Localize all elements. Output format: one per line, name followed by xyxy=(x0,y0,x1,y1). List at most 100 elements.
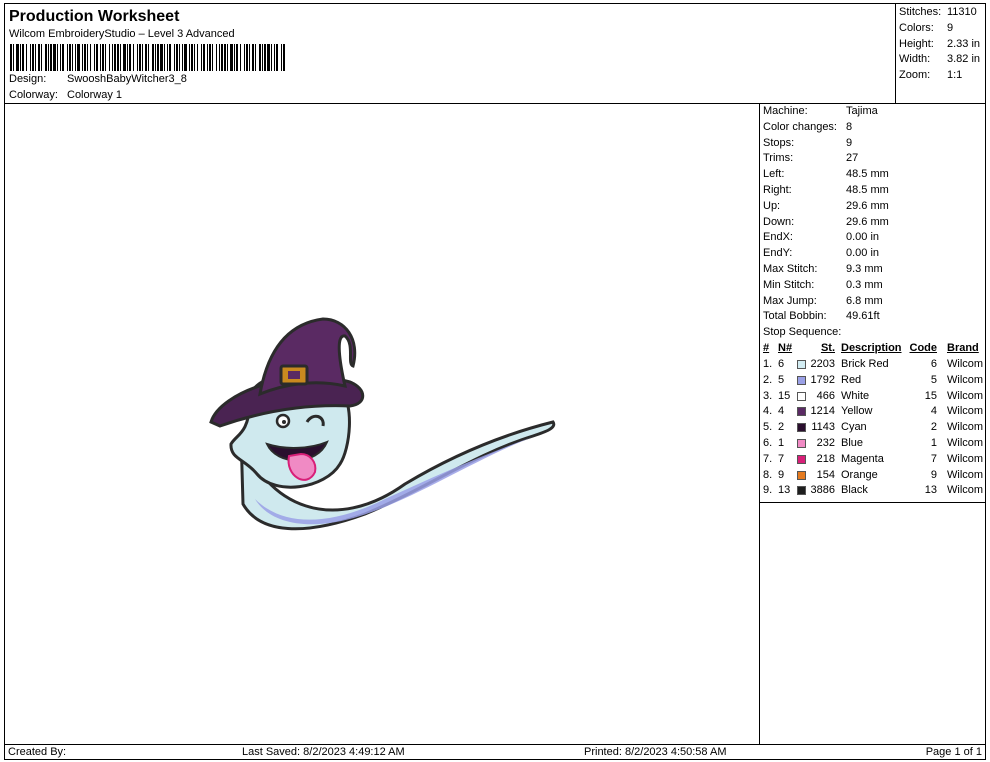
seq-idx: 6. xyxy=(763,437,773,449)
col-code: Code xyxy=(909,342,938,354)
worksheet-title: Production Worksheet xyxy=(9,8,180,25)
machine-info-value: 27 xyxy=(846,152,859,165)
seq-code: 1 xyxy=(930,437,937,449)
machine-info-label: Machine: xyxy=(763,105,808,117)
machine-info-row: Max Stitch: 9.3 mm xyxy=(763,263,883,275)
stitches-row: Stitches: 11310 xyxy=(899,6,977,18)
seq-brand: Wilcom xyxy=(947,358,984,370)
machine-info-label: Total Bobbin: xyxy=(763,310,827,323)
worksheet-footer: Created By: Last Saved: 8/2/2023 4:49:12… xyxy=(4,744,986,760)
design-row: Design: SwooshBabyWitcher3_8 xyxy=(9,73,187,85)
colorway-row: Colorway: Colorway 1 xyxy=(9,89,122,101)
machine-info-value: Tajima xyxy=(846,105,878,117)
stitches-value: 11310 xyxy=(947,6,977,18)
stop-sequence-label: Stop Sequence: xyxy=(763,326,842,338)
machine-info-row: Right: 48.5 mm xyxy=(763,184,889,196)
sequence-divider xyxy=(760,502,985,503)
ghost-pupil-left xyxy=(282,420,286,424)
machine-info-label: Stops: xyxy=(763,136,795,149)
machine-info-label: Max Stitch: xyxy=(763,263,818,275)
seq-needle: 15 xyxy=(778,389,791,402)
col-st: St. xyxy=(820,342,835,354)
machine-info-row: Total Bobbin: 49.61ft xyxy=(763,310,880,322)
seq-code: 7 xyxy=(930,452,937,465)
machine-info-label: Up: xyxy=(763,199,781,212)
design-preview xyxy=(4,103,760,745)
thread-color-swatch xyxy=(797,486,806,496)
machine-info-value: 9 xyxy=(846,136,853,149)
seq-code: 15 xyxy=(924,389,937,402)
stop-sequence-row: 4. 4 1214 Yellow 4 Wilcom xyxy=(763,405,985,420)
stop-sequence-row: 9. 13 3886 Black 13 Wilcom xyxy=(763,484,985,499)
seq-brand: Wilcom xyxy=(947,421,984,434)
col-desc: Description xyxy=(841,342,902,354)
width-label: Width: xyxy=(899,53,931,65)
machine-info-value: 0.00 in xyxy=(846,231,880,244)
seq-stitches: 1214 xyxy=(810,405,835,418)
stop-sequence-header: # N# St. Description Code Brand xyxy=(763,342,985,357)
machine-info-label: Min Stitch: xyxy=(763,278,815,291)
seq-needle: 13 xyxy=(778,484,791,497)
stop-sequence-row: 2. 5 1792 Red 5 Wilcom xyxy=(763,374,985,389)
seq-brand: Wilcom xyxy=(947,389,984,402)
machine-info-label: Trims: xyxy=(763,152,794,165)
machine-info-value: 48.5 mm xyxy=(846,184,889,196)
machine-info-label: Color changes: xyxy=(763,120,837,133)
seq-needle: 4 xyxy=(778,405,785,418)
seq-idx: 1. xyxy=(763,358,773,370)
seq-stitches: 2203 xyxy=(810,358,835,370)
machine-info-row: Down: 29.6 mm xyxy=(763,216,889,228)
thread-color-swatch xyxy=(797,391,806,401)
seq-description: Magenta xyxy=(841,452,884,465)
seq-idx: 2. xyxy=(763,373,773,386)
seq-stitches: 218 xyxy=(816,452,835,465)
design-stats: Stitches: 11310 Colors: 9 Height: 2.33 in W… xyxy=(895,3,986,104)
thread-color-swatch xyxy=(797,439,806,448)
seq-description: Black xyxy=(841,484,868,497)
seq-code: 9 xyxy=(930,468,937,481)
machine-info-label: Right: xyxy=(763,184,792,196)
software-name: Wilcom EmbroideryStudio – Level 3 Advanc… xyxy=(9,28,235,40)
machine-info-value: 49.61ft xyxy=(846,310,880,323)
thread-color-swatch xyxy=(797,375,806,385)
machine-info-value: 0.3 mm xyxy=(846,278,883,291)
seq-brand: Wilcom xyxy=(947,437,984,449)
seq-description: Brick Red xyxy=(841,358,889,370)
height-value: 2.33 in xyxy=(947,38,981,50)
seq-description: Red xyxy=(841,373,862,386)
design-value: SwooshBabyWitcher3_8 xyxy=(67,73,187,85)
machine-info-value: 29.6 mm xyxy=(846,199,889,212)
seq-code: 2 xyxy=(930,421,937,434)
stop-sequence-row: 1. 6 2203 Brick Red 6 Wilcom xyxy=(763,358,985,373)
zoom-label: Zoom: xyxy=(899,69,931,81)
machine-info-label: Down: xyxy=(763,215,795,228)
thread-color-swatch xyxy=(797,454,806,464)
machine-info-value: 6.8 mm xyxy=(846,294,883,307)
seq-stitches: 1143 xyxy=(811,421,835,434)
width-value: 3.82 in xyxy=(947,53,981,65)
machine-info-value: 0.00 in xyxy=(846,247,880,260)
hat-buckle-hole xyxy=(288,371,300,379)
seq-brand: Wilcom xyxy=(947,452,984,465)
col-n: N# xyxy=(778,342,793,354)
seq-brand: Wilcom xyxy=(947,484,984,497)
seq-needle: 1 xyxy=(778,437,785,449)
seq-needle: 5 xyxy=(778,373,785,386)
machine-info-value: 48.5 mm xyxy=(846,168,889,181)
machine-info-label: EndY: xyxy=(763,247,793,260)
seq-idx: 3. xyxy=(763,389,773,402)
machine-info-row: Up: 29.6 mm xyxy=(763,200,889,212)
stop-sequence-row: 7. 7 218 Magenta 7 Wilcom xyxy=(763,453,985,468)
machine-info-row: EndX: 0.00 in xyxy=(763,231,879,243)
machine-info-label: Left: xyxy=(763,168,785,181)
machine-info-value: 8 xyxy=(846,120,853,133)
seq-needle: 6 xyxy=(778,358,785,370)
zoom-row: Zoom: 1:1 xyxy=(899,69,962,81)
machine-info-row: Stops: 9 xyxy=(763,137,852,149)
machine-info-label: EndX: xyxy=(763,231,793,244)
seq-stitches: 1792 xyxy=(810,373,835,386)
machine-info-row: Max Jump: 6.8 mm xyxy=(763,295,883,307)
width-row: Width: 3.82 in xyxy=(899,53,980,65)
seq-idx: 8. xyxy=(763,468,773,481)
machine-info-panel: Machine: Tajima Color changes: 8 Stops: 9 Trim… xyxy=(759,103,986,745)
